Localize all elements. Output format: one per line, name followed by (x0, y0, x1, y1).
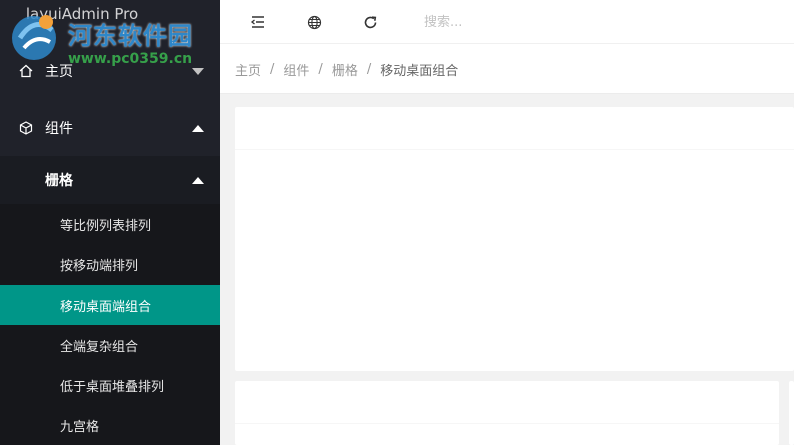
content-card (235, 107, 794, 371)
breadcrumb-bar: 主页 / 组件 / 栅格 / 移动桌面组合 (220, 44, 794, 94)
home-icon (18, 63, 34, 79)
breadcrumb-separator: / (270, 62, 275, 77)
content-card (789, 381, 794, 445)
breadcrumb-item-current: 移动桌面组合 (380, 64, 459, 79)
breadcrumb-separator: / (366, 62, 372, 77)
breadcrumb-separator: / (318, 62, 323, 77)
sidebar-item-home[interactable]: 主页 (0, 50, 220, 92)
sidebar-subitem[interactable]: 九宫格 (0, 405, 220, 445)
sidebar-subitem-label: 等比例列表排列 (60, 218, 152, 234)
refresh-icon[interactable] (359, 11, 381, 33)
sidebar-subitem[interactable]: 按移动端排列 (0, 244, 220, 284)
sidebar-subitem-label: 全端复杂组合 (60, 339, 139, 355)
top-header (220, 0, 794, 44)
globe-icon[interactable] (303, 11, 325, 33)
sidebar: layuiAdmin Pro 主页 组件 栅格 等比例列表排列 按移动端排列 移… (0, 0, 220, 445)
app-title: layuiAdmin Pro (25, 5, 139, 23)
sidebar-subitem-label: 移动桌面端组合 (60, 299, 152, 315)
breadcrumb-item[interactable]: 主页 (235, 60, 261, 79)
logo[interactable]: layuiAdmin Pro (0, 0, 220, 44)
chevron-down-icon (192, 67, 204, 75)
sidebar-subitem[interactable]: 低于桌面堆叠排列 (0, 365, 220, 405)
breadcrumb-item[interactable]: 栅格 (332, 60, 358, 79)
chevron-up-icon (192, 176, 204, 184)
app-root: layuiAdmin Pro 主页 组件 栅格 等比例列表排列 按移动端排列 移… (0, 0, 794, 445)
sidebar-subitem-label: 按移动端排列 (60, 258, 139, 274)
sidebar-subitem[interactable]: 全端复杂组合 (0, 325, 220, 365)
sidebar-subitem-active[interactable]: 移动桌面端组合 (0, 285, 220, 325)
breadcrumb: 主页 / 组件 / 栅格 / 移动桌面组合 (235, 60, 458, 79)
sidebar-item-label: 组件 (45, 121, 73, 137)
sidebar-item-label: 栅格 (45, 173, 73, 189)
sidebar-subitem-label: 九宫格 (60, 419, 100, 435)
sidebar-item-grid[interactable]: 栅格 (0, 156, 220, 204)
chevron-up-icon (192, 124, 204, 132)
cube-icon (18, 120, 34, 136)
sidebar-subitem-label: 低于桌面堆叠排列 (60, 379, 165, 395)
sidebar-item-label: 主页 (45, 64, 73, 80)
breadcrumb-item[interactable]: 组件 (283, 60, 309, 79)
content-card (235, 381, 779, 445)
sidebar-subitem[interactable]: 等比例列表排列 (0, 204, 220, 244)
card-header (235, 381, 779, 424)
search-input[interactable] (424, 10, 584, 34)
menu-collapse-icon[interactable] (247, 11, 269, 33)
sidebar-submenu: 等比例列表排列 按移动端排列 移动桌面端组合 全端复杂组合 低于桌面堆叠排列 九… (0, 204, 220, 445)
sidebar-item-components[interactable]: 组件 (0, 106, 220, 150)
card-header (235, 107, 794, 150)
